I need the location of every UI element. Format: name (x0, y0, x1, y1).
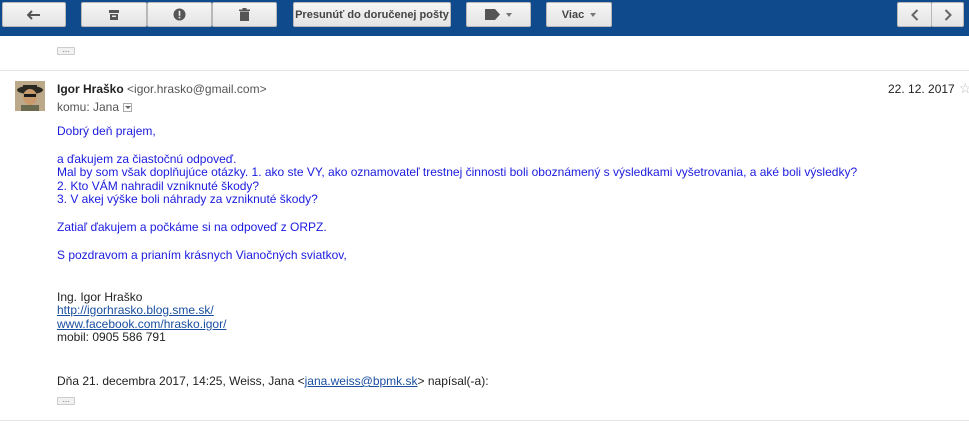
report-spam-button[interactable] (147, 2, 212, 27)
avatar (15, 81, 45, 111)
show-quoted-text-button[interactable]: ... (57, 396, 75, 405)
more-button[interactable]: Viac (546, 2, 612, 27)
sender-name[interactable]: Igor Hraško (57, 82, 124, 96)
signature-link-blog-row: http://igorhrasko.blog.sme.sk/ (57, 304, 214, 317)
back-button[interactable] (2, 2, 66, 27)
chevron-down-icon (590, 12, 597, 17)
toolbar: Presunúť do doručenej pošty Viac (0, 0, 969, 36)
message-date: 22. 12. 2017 (888, 82, 955, 96)
labels-button[interactable] (466, 2, 531, 27)
spam-icon (173, 8, 186, 21)
body-question-3: 3. V akej výške boli náhrady za vzniknut… (57, 192, 318, 206)
sender: Igor Hraško <igor.hrasko@gmail.com> (57, 82, 267, 96)
newer-button[interactable] (897, 2, 932, 27)
show-details-dropdown[interactable] (123, 102, 133, 112)
chevron-down-icon (506, 12, 512, 17)
quote-header: Dňa 21. decembra 2017, 14:25, Weiss, Jan… (57, 374, 489, 388)
trash-icon (239, 8, 250, 21)
archive-icon (109, 9, 119, 20)
to-label: komu: Jana (57, 100, 120, 114)
sender-email: <igor.hrasko@gmail.com> (127, 82, 267, 96)
star-icon[interactable]: ☆ (959, 80, 969, 97)
label-tag-icon (485, 9, 500, 20)
move-to-inbox-label: Presunúť do doručenej pošty (295, 8, 449, 21)
body-wait: Zatiaľ ďakujem a počkáme si na odpoveď z… (57, 220, 327, 234)
divider (0, 70, 969, 71)
body-greeting: Dobrý deň prajem, (57, 124, 156, 138)
body-closing: S pozdravom a prianím krásnych Vianočnýc… (57, 248, 347, 262)
move-to-inbox-button[interactable]: Presunúť do doručenej pošty (293, 2, 451, 27)
body-question-1: Mal by som však doplňujúce otázky. 1. ak… (57, 165, 858, 179)
quote-prefix: Dňa 21. decembra 2017, 14:25, Weiss, Jan… (57, 374, 305, 388)
delete-button[interactable] (212, 2, 277, 27)
quote-suffix: > napísal(-a): (417, 374, 489, 388)
back-arrow-icon (27, 9, 40, 20)
avatar-photo (15, 81, 45, 111)
divider (0, 420, 969, 421)
chevron-left-icon (910, 8, 918, 21)
show-trimmed-content-button[interactable]: ... (57, 46, 75, 55)
signature-link-facebook[interactable]: www.facebook.com/hrasko.igor/ (57, 317, 226, 331)
chevron-right-icon (944, 8, 952, 21)
signature-link-blog[interactable]: http://igorhrasko.blog.sme.sk/ (57, 303, 214, 317)
signature-mobile: mobil: 0905 586 791 (57, 330, 166, 344)
older-button[interactable] (931, 2, 964, 27)
quote-email-link[interactable]: jana.weiss@bpmk.sk (305, 374, 418, 388)
more-label: Viac (561, 8, 585, 21)
recipients: komu: Jana (57, 100, 133, 114)
archive-button[interactable] (81, 2, 147, 27)
